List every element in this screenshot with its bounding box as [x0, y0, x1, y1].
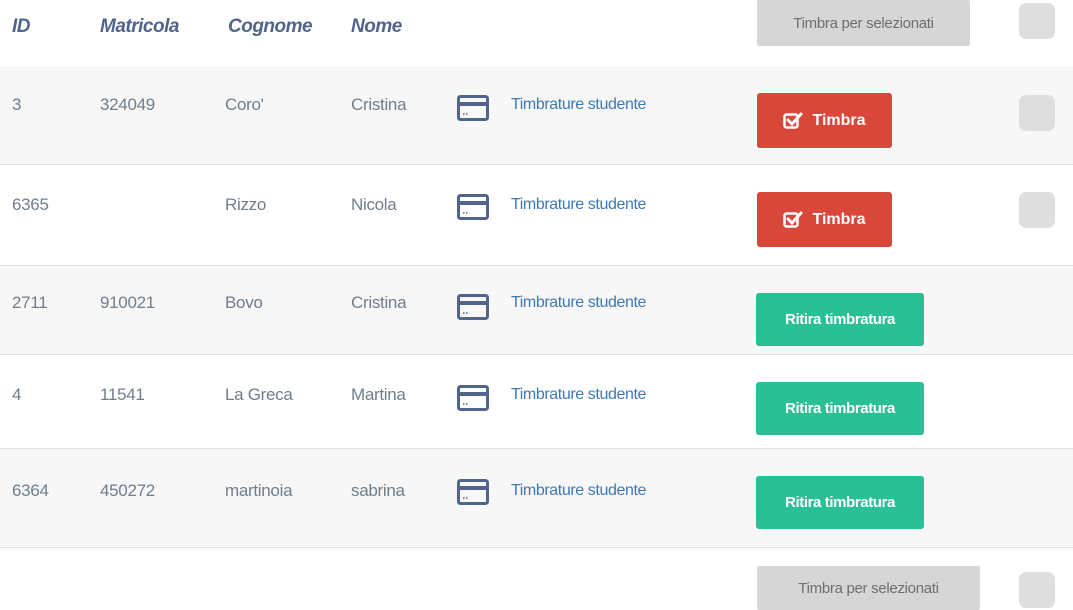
- cell-id: 3: [12, 95, 22, 114]
- stamp-button-label: Timbra: [812, 210, 866, 228]
- credit-card-icon: [457, 294, 489, 320]
- cell-nome: sabrina: [351, 481, 405, 500]
- column-header-cognome: Cognome: [228, 16, 313, 37]
- cell-matricola: 324049: [100, 95, 155, 114]
- student-stamps-link[interactable]: Timbrature studente: [511, 386, 646, 404]
- student-stamps-link[interactable]: Timbrature studente: [511, 196, 646, 214]
- cell-cognome: Coro': [225, 95, 264, 114]
- cell-id: 6364: [12, 481, 49, 500]
- student-stamps-link[interactable]: Timbrature studente: [511, 96, 646, 114]
- withdraw-stamp-button[interactable]: Ritira timbratura: [756, 476, 924, 529]
- column-header-id: ID: [12, 16, 31, 37]
- cell-cognome: Bovo: [225, 293, 263, 312]
- credit-card-icon: [457, 194, 489, 220]
- column-header-matricola: Matricola: [100, 16, 179, 37]
- withdraw-stamp-button[interactable]: Ritira timbratura: [756, 293, 924, 346]
- cell-matricola: 11541: [100, 385, 145, 404]
- bulk-stamp-button-top[interactable]: Timbra per selezionati: [757, 0, 970, 46]
- cell-matricola: 910021: [100, 293, 155, 312]
- cell-nome: Cristina: [351, 95, 407, 114]
- row-select-checkbox[interactable]: [1019, 192, 1055, 228]
- check-square-icon: [783, 211, 803, 229]
- table-row: 6365 Rizzo Nicola Timbrature studente Timbra: [0, 165, 1073, 266]
- table-row: 4 11541 La Greca Martina Timbrature studente…: [0, 355, 1073, 449]
- cell-matricola: 450272: [100, 481, 155, 500]
- cell-nome: Cristina: [351, 293, 407, 312]
- bulk-stamp-button-bottom[interactable]: Timbra per selezionati: [757, 566, 980, 610]
- stamp-button[interactable]: Timbra: [757, 192, 892, 247]
- cell-nome: Martina: [351, 385, 406, 404]
- student-stamps-link[interactable]: Timbrature studente: [511, 294, 646, 312]
- withdraw-stamp-button[interactable]: Ritira timbratura: [756, 382, 924, 435]
- row-select-checkbox[interactable]: [1019, 95, 1055, 131]
- cell-id: 6365: [12, 195, 49, 214]
- check-square-icon: [783, 112, 803, 130]
- table-row: 2711 910021 Bovo Cristina Timbrature student…: [0, 266, 1073, 355]
- cell-id: 4: [12, 385, 22, 404]
- stamp-button[interactable]: Timbra: [757, 93, 892, 148]
- cell-cognome: La Greca: [225, 385, 293, 404]
- table-header: ID Matricola Cognome Nome Timbra per sel…: [0, 0, 1073, 67]
- table-row: 6364 450272 martinoia sabrina Timbrature stu…: [0, 449, 1073, 548]
- table-row: 3 324049 Coro' Cristina Timbrature studente T…: [0, 66, 1073, 165]
- cell-id: 2711: [12, 293, 48, 312]
- credit-card-icon: [457, 479, 489, 505]
- credit-card-icon: [457, 385, 489, 411]
- select-all-checkbox-bottom[interactable]: [1019, 572, 1055, 608]
- credit-card-icon: [457, 95, 489, 121]
- stamp-button-label: Timbra: [812, 111, 866, 129]
- cell-nome: Nicola: [351, 195, 397, 214]
- cell-cognome: martinoia: [225, 481, 293, 500]
- column-header-nome: Nome: [351, 16, 402, 37]
- cell-cognome: Rizzo: [225, 195, 267, 214]
- student-stamps-link[interactable]: Timbrature studente: [511, 482, 646, 500]
- table-footer: Timbra per selezionati: [0, 548, 1073, 610]
- select-all-checkbox[interactable]: [1019, 3, 1055, 39]
